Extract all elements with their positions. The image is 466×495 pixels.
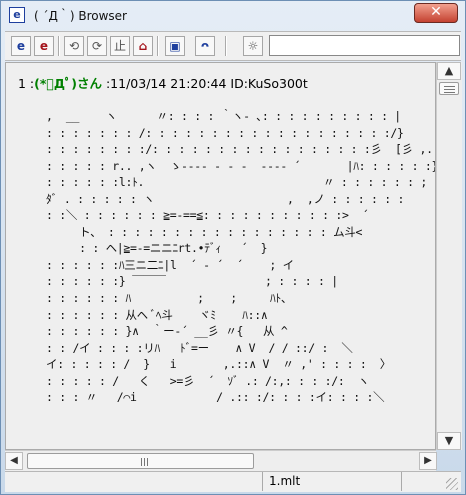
post-view: 1 :(*ﾟДﾟ)さん :11/03/14 21:20:44 ID:KuSo30… — [5, 62, 436, 450]
ascii-art-line: : : : : : :l:ﾄ. 〃 : : : : : : ; — [46, 175, 427, 190]
open-red-browser-button[interactable]: e — [34, 36, 54, 56]
ascii-art-line: , __ ヽ 〃: : : : ｀ヽ- ､: : : : : : : : : :… — [46, 109, 401, 123]
ascii-art-line: イ: : : : : / } i ,.::∧ V 〃 ,' : : : : 〉 — [46, 357, 391, 372]
grip-icon — [444, 86, 455, 87]
post-meta: :11/03/14 21:20:44 ID:KuSo300t — [102, 76, 308, 91]
ascii-art-line: : : : : : : : /: : : : : : : : : : : : :… — [46, 125, 404, 140]
post-number: 1 — [18, 76, 26, 91]
open-browser-button[interactable]: e — [11, 36, 31, 56]
browser-app-icon: e — [9, 7, 25, 23]
ascii-art-line: : : : : : r.. ,ヽ ゝ-‐‐‐ - - - ‐‐‐‐ ´ |ﾊ: … — [46, 158, 435, 173]
status-bar: 1.mlt — [5, 471, 461, 492]
vertical-scrollbar[interactable]: ▲ ▼ — [436, 62, 462, 450]
title-bar[interactable]: e ( ´Д｀) Browser ✕ — [1, 1, 465, 29]
ascii-art-line: : : : : : / く >=彡 ´ ｿﾞ .: /:,: : : :/: ヽ — [46, 373, 369, 388]
toolbar-separator — [225, 36, 227, 56]
window-title: ( ´Д｀) Browser — [34, 9, 127, 23]
status-file-name: 1.mlt — [262, 472, 402, 491]
toolbar-separator — [157, 36, 159, 56]
ascii-art-line: : : : : : : : :/: : : : : : : : : : : : … — [46, 142, 433, 157]
ascii-art-line: : : : : : :} ￣￣￣ ; : : : : | — [46, 274, 338, 289]
ascii-art-line: ﾀﾞ . : : : : : ヽ , ,ノ : : : : : : — [46, 191, 405, 206]
ascii-art-line: ト、 : : : : : : : : : : : : : : : : : ム斗< — [79, 224, 363, 239]
window-button[interactable]: ▣ — [165, 36, 185, 56]
ascii-art-line: : : /イ : : : :リﾊ ﾄﾞ=ー ∧ V / / ::/ : ＼ — [46, 340, 353, 355]
scroll-down-button[interactable]: ▼ — [437, 432, 461, 450]
vertical-scroll-thumb[interactable] — [439, 82, 459, 95]
ascii-art: , __ ヽ 〃: : : : ｀ヽ- ､: : : : : : : : : :… — [46, 108, 435, 406]
toolbar: e e ⟲ ⟳ 止 ⌂ ▣ ᴖ ☼ — [5, 31, 461, 61]
horizontal-scrollbar[interactable]: ◀ ▶ — [5, 450, 437, 471]
toolbar-separator — [58, 36, 60, 56]
browser-window: e ( ´Д｀) Browser ✕ e e ⟲ ⟳ 止 ⌂ ▣ ᴖ ☼ 1 :… — [0, 0, 466, 495]
home-button[interactable]: ⌂ — [133, 36, 153, 56]
post-header: 1 :(*ﾟДﾟ)さん :11/03/14 21:20:44 ID:KuSo30… — [18, 73, 308, 92]
scroll-left-button[interactable]: ◀ — [5, 452, 23, 470]
ascii-art-line: : : : : : :ﾊ三ニ二ﾆ|l ´ ‐ ´ ´ ; イ — [46, 257, 294, 272]
poster-name: (*ﾟДﾟ)さん — [34, 76, 102, 91]
scroll-up-button[interactable]: ▲ — [437, 62, 461, 80]
grip-icon — [140, 458, 142, 466]
settings-face-button[interactable]: ☼ — [243, 36, 263, 56]
scroll-right-button[interactable]: ▶ — [419, 452, 437, 470]
ascii-art-line: : : : : : : ﾊ ; ; ﾊﾄ、 — [46, 291, 293, 306]
ascii-art-line: : : : 〃 /⌒i / .:: :/: : : :イ: : : :＼ — [46, 390, 385, 405]
post-separator: : — [25, 76, 35, 91]
stop-button[interactable]: 止 — [110, 36, 130, 56]
address-input[interactable] — [269, 35, 460, 56]
ascii-art-line: : : : : : : }∧ ｀ー‐´ __彡 〃{ 从 ^ — [46, 324, 288, 339]
resize-grip-icon[interactable] — [446, 478, 458, 490]
face-button[interactable]: ᴖ — [195, 36, 215, 56]
ascii-art-line: : :＼ : : : : : : ≧=-==≦: : : : : : : : :… — [46, 208, 369, 223]
horizontal-scroll-thumb[interactable] — [27, 453, 254, 469]
ascii-art-line: : : ヘ|≧=-=ニニﾆrt.•ﾃﾞｨ ´ } — [79, 241, 268, 256]
forward-button[interactable]: ⟳ — [87, 36, 107, 56]
close-button[interactable]: ✕ — [414, 3, 458, 23]
ascii-art-line: : : : : : : 从ヘ ﾞﾍ斗 ヾﾐ ﾊ::∧ — [46, 307, 268, 322]
back-button[interactable]: ⟲ — [64, 36, 84, 56]
